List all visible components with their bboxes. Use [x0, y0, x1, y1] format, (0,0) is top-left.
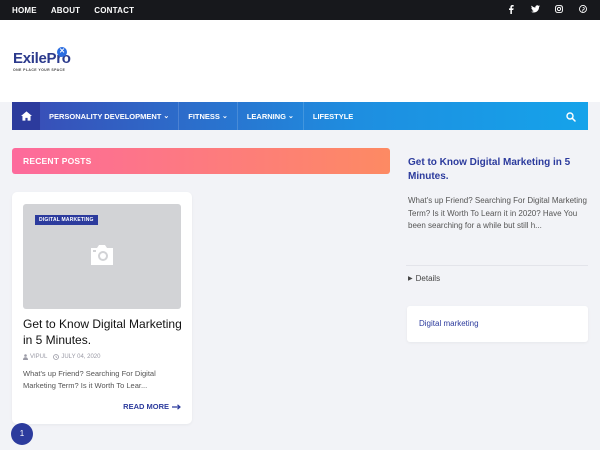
sidebar-featured-post: Get to Know Digital Marketing in 5 Minut… [398, 140, 588, 298]
post-label-badge[interactable]: DIGITAL MARKETING [35, 215, 98, 225]
post-title[interactable]: Get to Know Digital Marketing in 5 Minut… [23, 316, 183, 348]
camera-icon [91, 245, 113, 265]
nav-item-personality-development[interactable]: PERSONALITY DEVELOPMENT ⌄ [40, 102, 180, 130]
post-date: JULY 04, 2020 [53, 354, 100, 360]
sidebar-labels-widget: Digital marketing [407, 306, 588, 342]
featured-post-title[interactable]: Get to Know Digital Marketing in 5 Minut… [408, 156, 583, 184]
social-links [506, 4, 588, 16]
label-link-digital-marketing[interactable]: Digital marketing [419, 319, 479, 328]
search-button[interactable] [566, 109, 580, 123]
chevron-down-icon: ⌄ [163, 113, 170, 120]
nav-item-lifestyle[interactable]: LIFESTYLE [304, 102, 362, 130]
arrow-right-icon [172, 403, 181, 410]
post-meta: VIPUL JULY 04, 2020 [23, 354, 100, 360]
facebook-icon[interactable] [506, 4, 516, 16]
top-nav-contact[interactable]: CONTACT [94, 6, 134, 15]
instagram-icon[interactable] [554, 5, 564, 15]
site-logo[interactable]: ExilePro ✕ ONE PLACE YOUR SPACE [13, 47, 71, 72]
user-icon [23, 354, 28, 360]
chevron-down-icon: ⌄ [221, 113, 228, 120]
clock-icon [53, 354, 60, 360]
home-button[interactable] [12, 102, 40, 130]
pagination-page-1[interactable]: 1 [11, 423, 33, 445]
nav-item-fitness[interactable]: FITNESS ⌄ [179, 102, 238, 130]
main-nav: PERSONALITY DEVELOPMENT ⌄ FITNESS ⌄ LEARNI… [12, 102, 588, 130]
site-header: ExilePro ✕ ONE PLACE YOUR SPACE [0, 20, 600, 102]
post-excerpt: What's up Friend? Searching For Digital … [23, 369, 156, 390]
top-nav: HOME ABOUT CONTACT [12, 6, 134, 15]
sidebar-divider [406, 265, 588, 266]
logo-tagline: ONE PLACE YOUR SPACE [13, 68, 66, 72]
recent-posts-heading: RECENT POSTS [12, 148, 390, 174]
home-icon [20, 111, 32, 121]
search-icon [566, 112, 576, 122]
post-card: DIGITAL MARKETING Get to Know Digital Ma… [12, 192, 192, 424]
top-nav-home[interactable]: HOME [12, 6, 37, 15]
featured-post-excerpt: What's up Friend? Searching For Digital … [408, 196, 587, 230]
read-more-link[interactable]: READ MORE [123, 402, 181, 411]
nav-item-learning[interactable]: LEARNING ⌄ [238, 102, 304, 130]
top-nav-about[interactable]: ABOUT [51, 6, 80, 15]
nav-items: PERSONALITY DEVELOPMENT ⌄ FITNESS ⌄ LEARNI… [40, 102, 362, 130]
twitter-icon[interactable] [530, 5, 540, 15]
logo-mark-icon: ✕ [57, 47, 67, 57]
top-bar: HOME ABOUT CONTACT [0, 0, 600, 20]
caret-right-icon: ▶ [408, 276, 413, 282]
post-thumbnail[interactable]: DIGITAL MARKETING [23, 204, 181, 309]
post-author[interactable]: VIPUL [23, 354, 47, 360]
chevron-down-icon: ⌄ [287, 113, 294, 120]
pinterest-icon[interactable] [578, 5, 588, 15]
details-toggle[interactable]: ▶ Details [408, 274, 440, 283]
